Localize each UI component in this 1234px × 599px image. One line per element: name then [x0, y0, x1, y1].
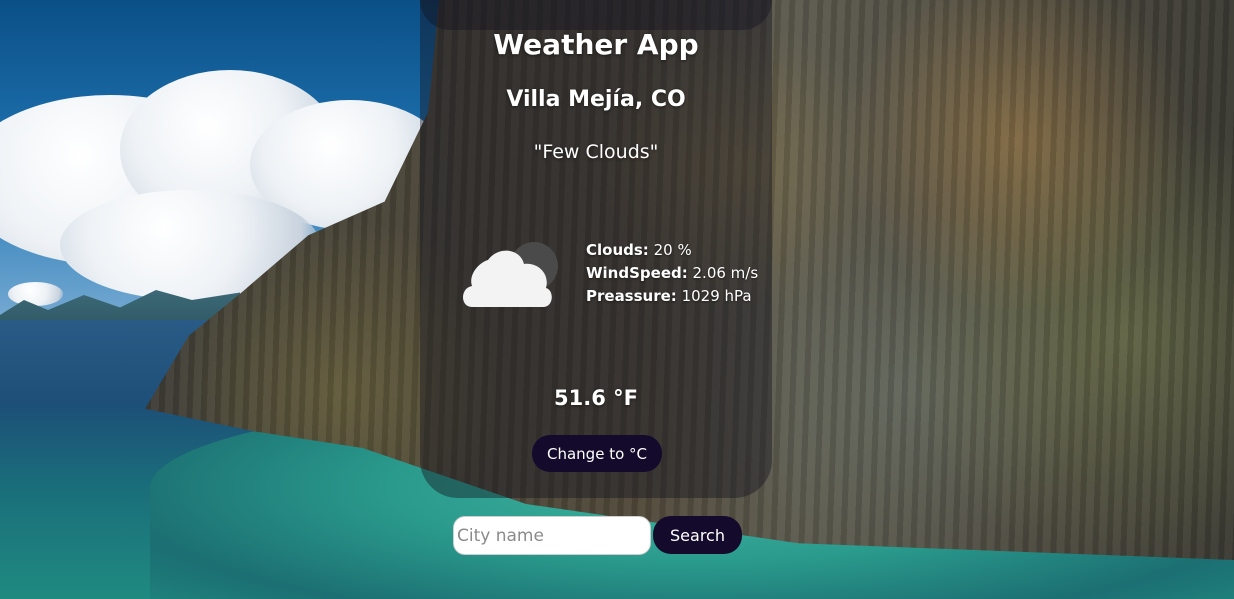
clouds-row: Clouds: 20 %: [586, 239, 758, 262]
pressure-label: Preassure:: [586, 287, 677, 305]
search-button[interactable]: Search: [653, 516, 742, 554]
few-clouds-night-icon: [458, 240, 568, 315]
background-cloud: [8, 282, 63, 306]
temperature: 51.6 °F: [554, 386, 638, 410]
city-name: Villa Mejía, CO: [506, 87, 686, 112]
clouds-value: 20 %: [653, 241, 692, 259]
clouds-label: Clouds:: [586, 241, 649, 259]
change-unit-button[interactable]: Change to °C: [532, 435, 662, 472]
pressure-value: 1029 hPa: [681, 287, 752, 305]
weather-description: "Few Clouds": [533, 141, 659, 163]
windspeed-row: WindSpeed: 2.06 m/s: [586, 262, 758, 285]
city-search-input[interactable]: [453, 516, 651, 555]
app-title: Weather App: [493, 28, 699, 61]
weather-details: Clouds: 20 % WindSpeed: 2.06 m/s Preassu…: [586, 239, 758, 308]
windspeed-label: WindSpeed:: [586, 264, 688, 282]
pressure-row: Preassure: 1029 hPa: [586, 285, 758, 308]
windspeed-value: 2.06 m/s: [692, 264, 759, 282]
